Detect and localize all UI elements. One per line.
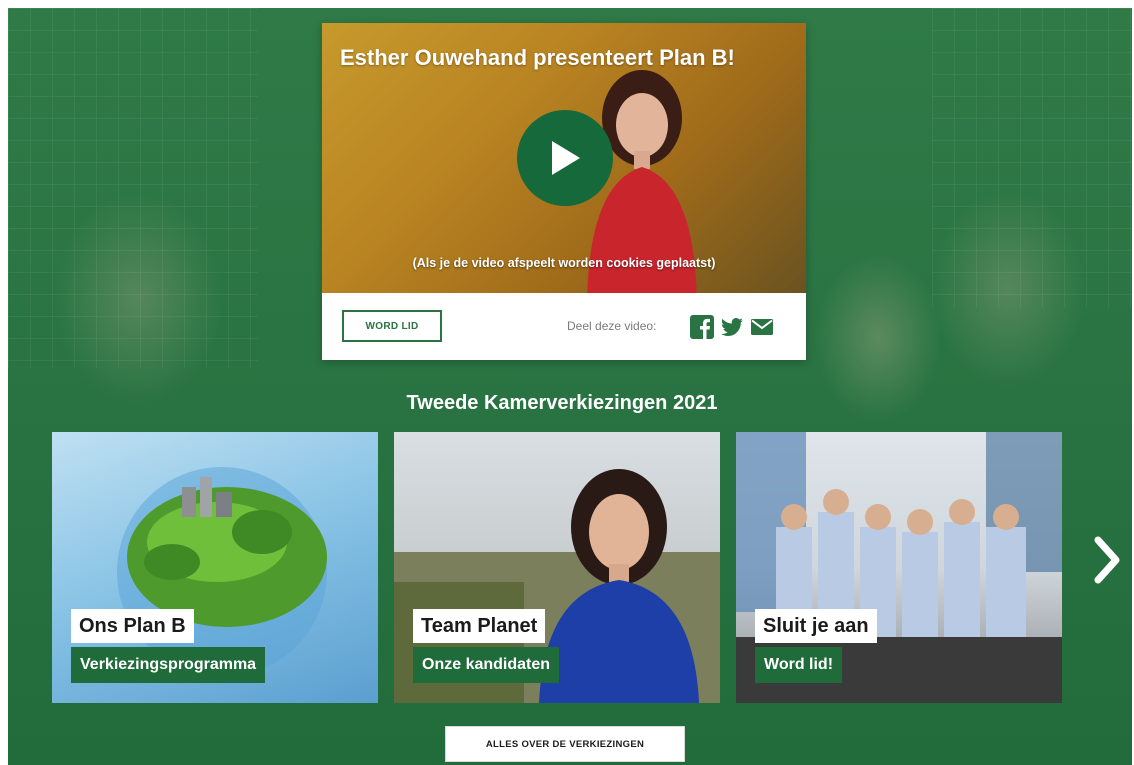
background-scaffold-left <box>8 8 258 368</box>
tile-team-planet[interactable]: Team Planet Onze kandidaten <box>394 432 720 703</box>
share-icons <box>690 315 774 339</box>
video-card: Esther Ouwehand presenteert Plan B! (Als… <box>322 23 806 360</box>
facebook-icon[interactable] <box>690 315 714 339</box>
tile-title: Team Planet <box>413 609 546 643</box>
play-button[interactable] <box>517 110 613 206</box>
cookie-notice: (Als je de video afspeelt worden cookies… <box>412 256 716 270</box>
carousel-next-button[interactable] <box>1090 530 1126 590</box>
play-icon <box>552 141 580 175</box>
email-icon[interactable] <box>750 315 774 339</box>
tile-title: Ons Plan B <box>71 609 194 643</box>
background-scaffold-right <box>932 8 1132 308</box>
share-label: Deel deze video: <box>567 319 657 333</box>
tile-subtitle: Onze kandidaten <box>413 647 560 683</box>
tile-sluit-je-aan[interactable]: Sluit je aan Word lid! <box>736 432 1062 703</box>
tile-subtitle: Verkiezingsprogramma <box>71 647 266 683</box>
tile-plan-b[interactable]: Ons Plan B Verkiezingsprogramma <box>52 432 378 703</box>
all-elections-button[interactable]: ALLES OVER DE VERKIEZINGEN <box>445 726 685 762</box>
tile-subtitle: Word lid! <box>755 647 843 683</box>
tile-title: Sluit je aan <box>755 609 877 643</box>
chevron-right-icon <box>1094 536 1120 584</box>
twitter-icon[interactable] <box>720 315 744 339</box>
section-heading: Tweede Kamerverkiezingen 2021 <box>406 392 718 414</box>
video-player[interactable]: Esther Ouwehand presenteert Plan B! (Als… <box>322 23 806 293</box>
video-title: Esther Ouwehand presenteert Plan B! <box>340 45 735 70</box>
join-button[interactable]: WORD LID <box>342 310 442 342</box>
video-action-bar: WORD LID Deel deze video: <box>322 293 806 360</box>
